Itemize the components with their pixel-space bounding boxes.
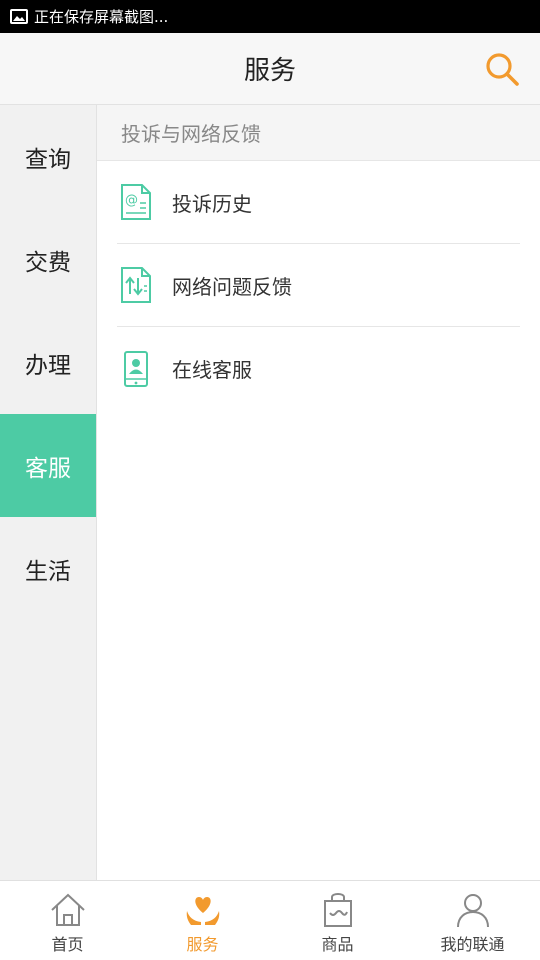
sidebar-item-customer-service[interactable]: 客服 bbox=[0, 414, 96, 517]
list-item-label: 投诉历史 bbox=[172, 191, 252, 216]
sidebar-item-label: 交费 bbox=[25, 249, 71, 276]
heart-hands-icon bbox=[186, 897, 219, 925]
list-item-online-service[interactable]: 在线客服 bbox=[117, 327, 520, 410]
phone-person-icon bbox=[124, 350, 148, 387]
user-icon bbox=[456, 894, 489, 928]
tab-service[interactable]: 服务 bbox=[135, 881, 270, 960]
svg-text:@: @ bbox=[125, 193, 138, 208]
home-icon bbox=[50, 893, 85, 926]
sidebar-item-life[interactable]: 生活 bbox=[0, 517, 96, 620]
content-panel: 投诉与网络反馈 @ 投诉历史 网络问题反馈 在线客服 bbox=[97, 105, 540, 880]
shopping-bag-icon bbox=[323, 893, 352, 927]
list-item-network-feedback[interactable]: 网络问题反馈 bbox=[117, 244, 520, 327]
tab-label: 首页 bbox=[51, 935, 84, 954]
bottom-tab-bar: 首页 服务 商品 我的联通 bbox=[0, 880, 540, 960]
sidebar-item-label: 生活 bbox=[25, 558, 71, 585]
sidebar-item-label: 查询 bbox=[25, 146, 71, 173]
app-header: 服务 bbox=[0, 33, 540, 105]
category-sidebar: 查询 交费 办理 客服 生活 bbox=[0, 105, 97, 880]
tab-label: 服务 bbox=[186, 935, 219, 954]
tab-products[interactable]: 商品 bbox=[270, 881, 405, 960]
tab-label: 商品 bbox=[321, 935, 354, 954]
list-item-label: 在线客服 bbox=[172, 358, 252, 382]
email-document-icon: @ bbox=[121, 184, 151, 220]
sidebar-item-handle[interactable]: 办理 bbox=[0, 311, 96, 414]
sidebar-item-label: 客服 bbox=[25, 455, 71, 482]
status-bar: 正在保存屏幕截图... bbox=[0, 0, 540, 33]
sidebar-item-payment[interactable]: 交费 bbox=[0, 208, 96, 311]
network-transfer-icon bbox=[121, 267, 151, 303]
page-title: 服务 bbox=[243, 56, 296, 86]
tab-my-unicom[interactable]: 我的联通 bbox=[405, 881, 540, 960]
search-icon[interactable] bbox=[482, 49, 522, 89]
image-icon bbox=[10, 9, 28, 24]
section-header: 投诉与网络反馈 bbox=[97, 105, 540, 161]
sidebar-item-label: 办理 bbox=[25, 352, 71, 379]
list-item-complaint-history[interactable]: @ 投诉历史 bbox=[117, 161, 520, 244]
list-item-label: 网络问题反馈 bbox=[172, 274, 292, 299]
tab-home[interactable]: 首页 bbox=[0, 881, 135, 960]
tab-label: 我的联通 bbox=[440, 935, 505, 954]
sidebar-item-query[interactable]: 查询 bbox=[0, 105, 96, 208]
status-text: 正在保存屏幕截图... bbox=[34, 8, 169, 26]
